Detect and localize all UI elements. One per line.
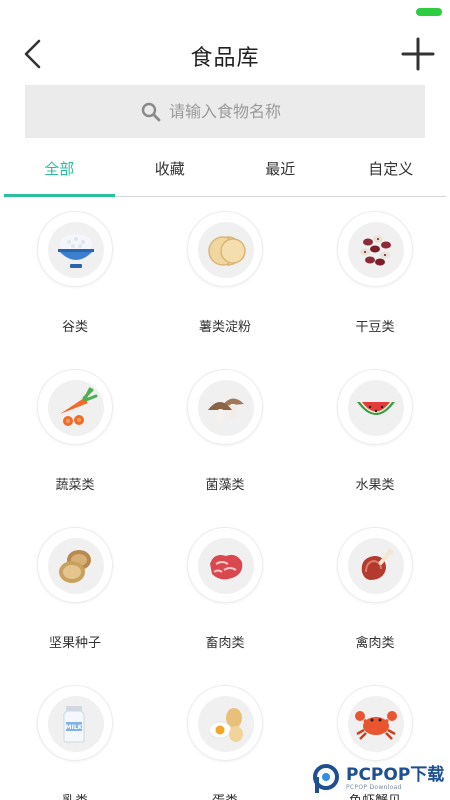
category-label: 畜肉类: [205, 636, 245, 651]
category-poultry[interactable]: 禽肉类: [300, 514, 450, 672]
category-vegetables[interactable]: 蔬菜类: [0, 356, 150, 514]
watermelon-icon: [357, 402, 395, 415]
category-tabs: 全部 收藏 最近 自定义: [4, 150, 446, 197]
battery-icon: [416, 8, 442, 16]
poultry-leg-icon: [361, 549, 393, 580]
navigation-bar: 食品库: [0, 24, 450, 84]
category-label: 禽肉类: [355, 636, 395, 651]
plus-icon: [401, 37, 435, 71]
beans-icon: [360, 235, 391, 266]
category-label: 菌藻类: [205, 478, 245, 493]
category-label: 蛋类: [150, 790, 300, 800]
category-dried-beans[interactable]: 干豆类: [300, 198, 450, 356]
svg-text:MILK: MILK: [66, 724, 83, 731]
category-label: 水果类: [355, 478, 395, 493]
potato-slices-icon: [208, 236, 246, 266]
meat-icon: [210, 554, 243, 580]
category-label: 蔬菜类: [55, 478, 95, 493]
category-label: 干豆类: [355, 320, 395, 335]
crab-icon: [355, 711, 397, 740]
watermark-main-text: PCPOP下载: [346, 765, 445, 785]
mushroom-icon: [208, 398, 244, 424]
nuts-icon: [59, 550, 91, 583]
category-livestock-meat[interactable]: 畜肉类: [150, 514, 300, 672]
pcpop-logo-icon: [313, 763, 339, 793]
search-input[interactable]: [169, 102, 309, 121]
food-category-grid: 谷类 薯类淀粉 干豆类 蔬菜类 菌藻类 水果类 坚果种子 畜肉类 禽肉类 MIL…: [0, 198, 450, 800]
carrot-icon: [60, 387, 98, 426]
milk-icon: MILK: [63, 706, 85, 743]
category-label: 薯类淀粉: [198, 320, 251, 335]
category-nuts-seeds[interactable]: 坚果种子: [0, 514, 150, 672]
category-label: 乳类: [0, 790, 150, 800]
rice-bowl-icon: [58, 234, 94, 268]
category-label: 谷类: [61, 320, 88, 335]
category-fruits[interactable]: 水果类: [300, 356, 450, 514]
search-icon: [141, 102, 161, 121]
category-grains[interactable]: 谷类: [0, 198, 150, 356]
eggs-icon: [208, 708, 243, 742]
page-title: 食品库: [190, 46, 260, 71]
category-fungi-algae[interactable]: 菌藻类: [150, 356, 300, 514]
category-label: 坚果种子: [48, 636, 101, 651]
watermark-sub-text: PCPOP Download: [346, 784, 402, 791]
tab-favorites[interactable]: 收藏: [115, 150, 226, 196]
category-tubers-starch[interactable]: 薯类淀粉: [150, 198, 300, 356]
search-bar[interactable]: [25, 85, 425, 138]
tab-custom[interactable]: 自定义: [336, 150, 447, 196]
status-bar: [0, 0, 450, 24]
category-dairy[interactable]: MILK 乳类: [0, 672, 150, 800]
category-eggs[interactable]: 蛋类: [150, 672, 300, 800]
tab-recent[interactable]: 最近: [225, 150, 336, 196]
tab-all[interactable]: 全部: [4, 150, 115, 197]
add-button[interactable]: [400, 36, 436, 72]
watermark: PCPOP下载 PCPOP Download: [310, 757, 450, 800]
